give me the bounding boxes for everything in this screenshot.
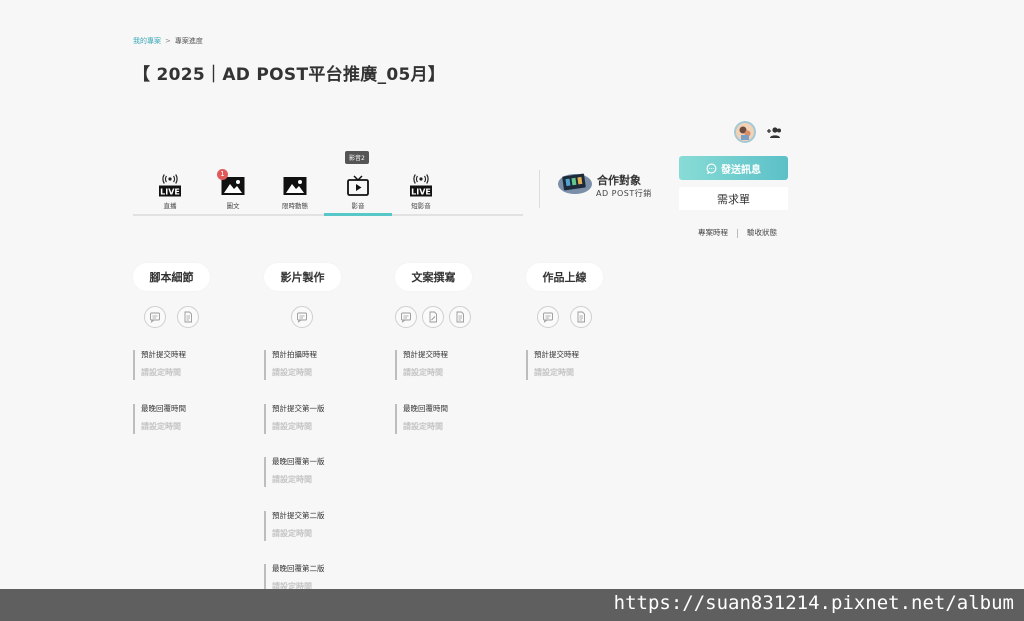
- project-links: 專案時程 驗收狀態: [698, 227, 777, 238]
- comment-button[interactable]: [291, 306, 313, 328]
- tab-video-label: 影音: [351, 202, 365, 210]
- field-value: 請設定時間: [141, 422, 181, 431]
- tab-short-video[interactable]: LIVE 短影音: [393, 150, 449, 214]
- schedule-field[interactable]: 預計提交第二版 請設定時間: [264, 511, 325, 541]
- active-tab-indicator: [324, 213, 392, 216]
- field-label: 預計提交時程: [141, 350, 186, 359]
- send-message-button[interactable]: 發送訊息: [679, 156, 788, 180]
- column-title-publish: 作品上線: [526, 263, 603, 291]
- svg-text:LIVE: LIVE: [160, 188, 180, 197]
- column-title-video-production: 影片製作: [264, 263, 341, 291]
- edit-document-button[interactable]: [422, 306, 444, 328]
- column-title-script: 腳本細節: [133, 263, 210, 291]
- schedule-field[interactable]: 預計提交時程 請設定時間: [133, 350, 186, 380]
- tab-story-label: 限時動態: [282, 202, 308, 210]
- field-label: 預計提交第一版: [272, 404, 325, 413]
- comment-icon: [543, 312, 553, 323]
- partner-logo: [558, 173, 592, 194]
- schedule-field[interactable]: 最晚回覆時間 請設定時間: [133, 404, 186, 434]
- field-label: 最晚回覆時間: [403, 404, 448, 413]
- document-icon: [184, 311, 192, 323]
- video-icon: [347, 175, 369, 196]
- tab-video[interactable]: 影音2 影音: [324, 150, 392, 216]
- breadcrumb-parent-link[interactable]: 我的專案: [133, 37, 161, 45]
- watermark-text: https://suan831214.pixnet.net/album: [613, 592, 1014, 614]
- field-label: 最晚回覆第一版: [272, 457, 325, 466]
- field-label: 預計提交時程: [534, 350, 579, 359]
- chat-bubble-icon: [706, 163, 717, 174]
- schedule-field[interactable]: 最晚回覆時間 請設定時間: [395, 404, 448, 434]
- schedule-field[interactable]: 預計提交時程 請設定時間: [395, 350, 448, 380]
- svg-text:LIVE: LIVE: [411, 188, 431, 197]
- live-icon: LIVE: [159, 174, 181, 197]
- tab-live-label: 直播: [163, 202, 177, 210]
- video-count-tooltip: 影音2: [345, 151, 369, 164]
- document-button[interactable]: [449, 306, 471, 328]
- tab-story[interactable]: 限時動態: [267, 150, 323, 214]
- field-value: 請設定時間: [534, 368, 574, 377]
- tab-short-video-label: 短影音: [411, 202, 431, 210]
- field-label: 預計提交時程: [403, 350, 448, 359]
- field-label: 預計拍攝時程: [272, 350, 317, 359]
- divider: [539, 170, 540, 208]
- field-label: 最晚回覆時間: [141, 404, 186, 413]
- live-icon: LIVE: [410, 174, 432, 197]
- tab-image-post[interactable]: 1 圖文: [205, 150, 261, 214]
- field-value: 請設定時間: [403, 368, 443, 377]
- field-value: 請設定時間: [272, 368, 312, 377]
- avatar[interactable]: [734, 121, 756, 143]
- image-icon: [283, 177, 307, 195]
- document-button[interactable]: [570, 306, 592, 328]
- avatar-illustration-icon: [734, 121, 756, 143]
- field-label: 最晚回覆第二版: [272, 564, 325, 573]
- breadcrumb: 我的專案 > 專案進度: [133, 36, 203, 46]
- column-title-copywriting: 文案撰寫: [395, 263, 472, 291]
- tab-image-post-label: 圖文: [226, 202, 240, 210]
- edit-document-icon: [429, 311, 437, 323]
- add-member-icon[interactable]: [766, 124, 782, 140]
- field-value: 請設定時間: [272, 475, 312, 484]
- page-title: 【 2025｜AD POST平台推廣_05月】: [133, 65, 446, 85]
- document-icon: [577, 311, 585, 323]
- field-label: 預計提交第二版: [272, 511, 325, 520]
- tab-live[interactable]: LIVE 直播: [142, 150, 198, 214]
- partner-name: AD POST行銷: [596, 189, 652, 198]
- link-divider: [737, 228, 738, 238]
- comment-button[interactable]: [537, 306, 559, 328]
- schedule-field[interactable]: 預計提交時程 請設定時間: [526, 350, 579, 380]
- field-value: 請設定時間: [403, 422, 443, 431]
- comment-icon: [150, 312, 160, 323]
- partner-title: 合作對象: [597, 174, 641, 187]
- acceptance-status-link[interactable]: 驗收狀態: [747, 228, 777, 237]
- media-type-tabs: LIVE 直播 1 圖文 限時動態 影音2 影音 LIVE 短影音: [133, 150, 523, 216]
- project-schedule-link[interactable]: 專案時程: [698, 228, 728, 237]
- document-button[interactable]: [177, 306, 199, 328]
- comment-button[interactable]: [144, 306, 166, 328]
- schedule-field[interactable]: 最晚回覆第一版 請設定時間: [264, 457, 325, 487]
- field-value: 請設定時間: [272, 529, 312, 538]
- request-form-button[interactable]: 需求單: [679, 187, 788, 210]
- field-value: 請設定時間: [272, 422, 312, 431]
- schedule-field[interactable]: 預計拍攝時程 請設定時間: [264, 350, 317, 380]
- document-icon: [456, 311, 464, 323]
- notification-badge: 1: [217, 169, 228, 180]
- schedule-field[interactable]: 預計提交第一版 請設定時間: [264, 404, 325, 434]
- comment-icon: [401, 312, 411, 323]
- breadcrumb-separator: >: [165, 37, 171, 45]
- field-value: 請設定時間: [141, 368, 181, 377]
- comment-icon: [297, 312, 307, 323]
- comment-button[interactable]: [395, 306, 417, 328]
- send-message-label: 發送訊息: [721, 164, 761, 176]
- breadcrumb-current: 專案進度: [174, 37, 203, 45]
